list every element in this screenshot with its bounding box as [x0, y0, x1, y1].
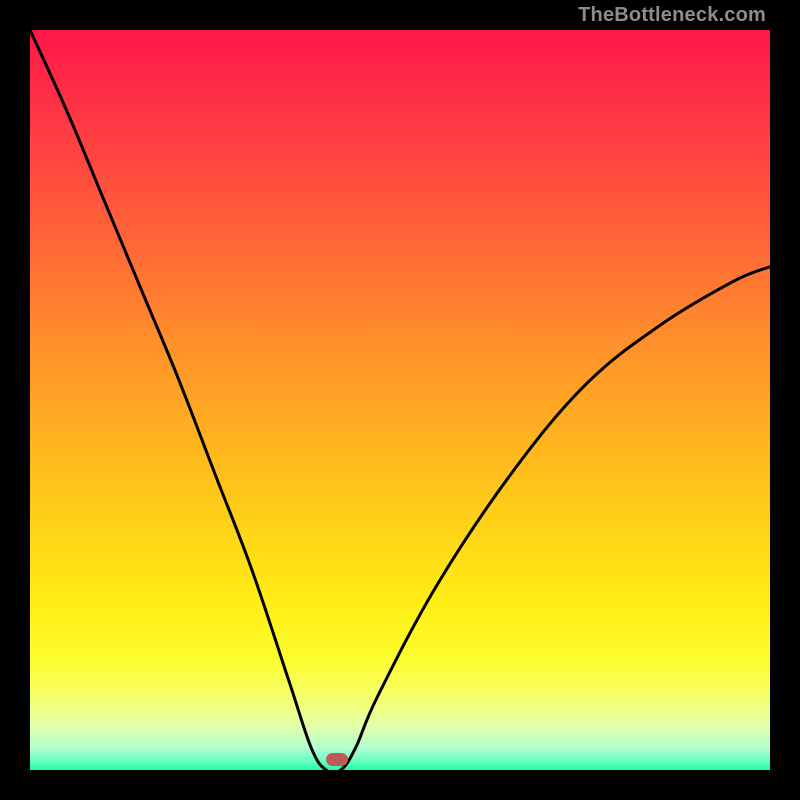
watermark-text: TheBottleneck.com — [578, 4, 766, 27]
curve-path — [30, 30, 770, 770]
bottleneck-curve — [30, 30, 770, 770]
chart-frame: TheBottleneck.com — [0, 0, 800, 800]
plot-area — [30, 30, 770, 770]
optimal-point-marker — [326, 753, 348, 766]
